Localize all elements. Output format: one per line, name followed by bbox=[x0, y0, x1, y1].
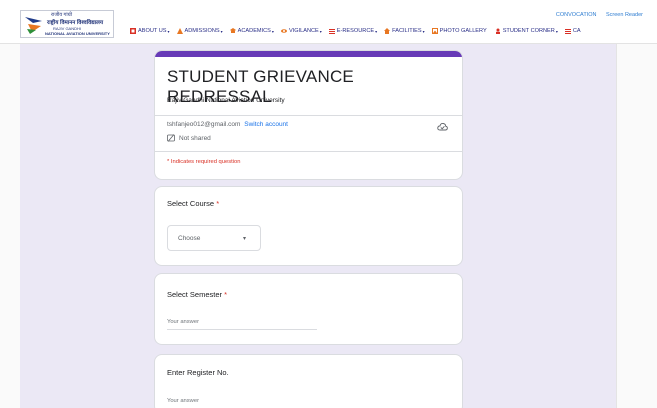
nav-admissions[interactable]: ADMISSIONS ▾ bbox=[176, 28, 223, 34]
nav-careers[interactable]: CA bbox=[564, 28, 581, 34]
nav-student-corner[interactable]: STUDENT CORNER ▾ bbox=[495, 28, 558, 34]
nav-photo-gallery[interactable]: PHOTO GALLERY bbox=[431, 28, 488, 34]
nav-about-us[interactable]: ABOUT US ▾ bbox=[130, 28, 170, 34]
nav-label: STUDENT CORNER bbox=[502, 28, 555, 34]
nav-academics[interactable]: ACADEMICS ▾ bbox=[229, 28, 274, 34]
question-label: Select Semester bbox=[167, 290, 223, 299]
nav-label: PHOTO GALLERY bbox=[439, 28, 487, 34]
admissions-icon bbox=[176, 28, 183, 34]
vigilance-icon bbox=[280, 29, 287, 33]
nav-e-resource[interactable]: E-RESOURCE ▾ bbox=[328, 28, 378, 34]
top-links: CONVOCATION Screen Reader bbox=[548, 12, 643, 18]
question-card-register: Enter Register No. Your answer bbox=[154, 354, 463, 408]
nav-label: VIGILANCE bbox=[288, 28, 319, 34]
not-shared-icon bbox=[167, 134, 175, 142]
question-label: Select Course bbox=[167, 199, 215, 208]
university-logo[interactable]: राजीव गांधी राष्ट्रीय विमानन विश्वविद्या… bbox=[20, 10, 114, 38]
account-email: tshfanjeo012@gmail.com bbox=[167, 121, 241, 128]
eresource-icon bbox=[328, 29, 335, 34]
academics-icon bbox=[229, 28, 236, 33]
nav-caret: ▾ bbox=[167, 28, 170, 34]
cloud-save-icon[interactable] bbox=[437, 122, 448, 131]
divider bbox=[155, 115, 462, 116]
question-card-course: Select Course * Choose ▾ bbox=[154, 186, 463, 266]
careers-icon bbox=[564, 29, 571, 34]
convocation-link[interactable]: CONVOCATION bbox=[556, 12, 597, 18]
not-shared-label: Not shared bbox=[179, 134, 211, 142]
not-shared-row: Not shared bbox=[167, 134, 211, 142]
nav-vigilance[interactable]: VIGILANCE ▾ bbox=[280, 28, 322, 34]
question-title: Select Course * bbox=[167, 199, 219, 208]
right-margin bbox=[616, 44, 657, 408]
nav-caret: ▾ bbox=[319, 28, 322, 34]
page: राजीव गांधी राष्ट्रीय विमानन विश्वविद्या… bbox=[0, 0, 657, 408]
divider bbox=[155, 151, 462, 152]
semester-input[interactable]: Your answer bbox=[167, 318, 317, 330]
left-margin bbox=[0, 44, 20, 408]
nav-label: ACADEMICS bbox=[237, 28, 271, 34]
main-nav: ABOUT US ▾ ADMISSIONS ▾ ACADEMICS ▾ VIGILAN… bbox=[130, 26, 588, 36]
site-header: राजीव गांधी राष्ट्रीय विमानन विश्वविद्या… bbox=[0, 0, 657, 44]
question-title: Select Semester * bbox=[167, 290, 227, 299]
logo-english-line2: NATIONAL AVIATION UNIVERSITY bbox=[45, 31, 110, 36]
question-title: Enter Register No. bbox=[167, 368, 229, 377]
register-number-input[interactable]: Your answer bbox=[167, 397, 317, 408]
photo-gallery-icon bbox=[431, 28, 438, 34]
plane-logo-icon bbox=[24, 13, 44, 35]
logo-hindi-line2: राष्ट्रीय विमानन विश्वविद्यालय bbox=[47, 20, 104, 26]
question-card-semester: Select Semester * Your answer bbox=[154, 273, 463, 345]
nav-caret: ▾ bbox=[375, 28, 378, 34]
nav-label: ADMISSIONS bbox=[184, 28, 220, 34]
question-label: Enter Register No. bbox=[167, 368, 229, 377]
nav-caret: ▾ bbox=[555, 28, 558, 34]
screen-reader-link[interactable]: Screen Reader bbox=[606, 12, 643, 18]
course-dropdown[interactable]: Choose ▾ bbox=[167, 225, 261, 251]
student-corner-icon bbox=[495, 28, 500, 34]
account-row: tshfanjeo012@gmail.com Switch account bbox=[167, 121, 288, 128]
nav-facilities[interactable]: FACILITIES ▾ bbox=[384, 28, 425, 34]
nav-label: E-RESOURCE bbox=[336, 28, 375, 34]
nav-label: CA bbox=[572, 28, 581, 34]
dropdown-value: Choose bbox=[178, 235, 201, 242]
input-placeholder: Your answer bbox=[167, 319, 200, 325]
nav-caret: ▾ bbox=[271, 28, 274, 34]
about-icon bbox=[130, 28, 136, 34]
accent-bar bbox=[155, 51, 462, 57]
nav-caret: ▾ bbox=[220, 28, 223, 34]
chevron-down-icon: ▾ bbox=[242, 236, 246, 242]
nav-label: FACILITIES bbox=[392, 28, 422, 34]
switch-account-link[interactable]: Switch account bbox=[244, 121, 288, 128]
nav-caret: ▾ bbox=[422, 28, 425, 34]
required-star: * bbox=[216, 199, 220, 208]
form-header-card: STUDENT GRIEVANCE REDRESSAL Rajiv Gandhi… bbox=[154, 50, 463, 180]
required-star: * bbox=[224, 290, 228, 299]
input-placeholder: Your answer bbox=[167, 398, 200, 404]
facilities-icon bbox=[384, 28, 391, 34]
nav-label: ABOUT US bbox=[138, 28, 167, 34]
required-note: * Indicates required question bbox=[167, 159, 241, 165]
form-description: Rajiv Gandhi National Aviation Universit… bbox=[167, 97, 285, 104]
